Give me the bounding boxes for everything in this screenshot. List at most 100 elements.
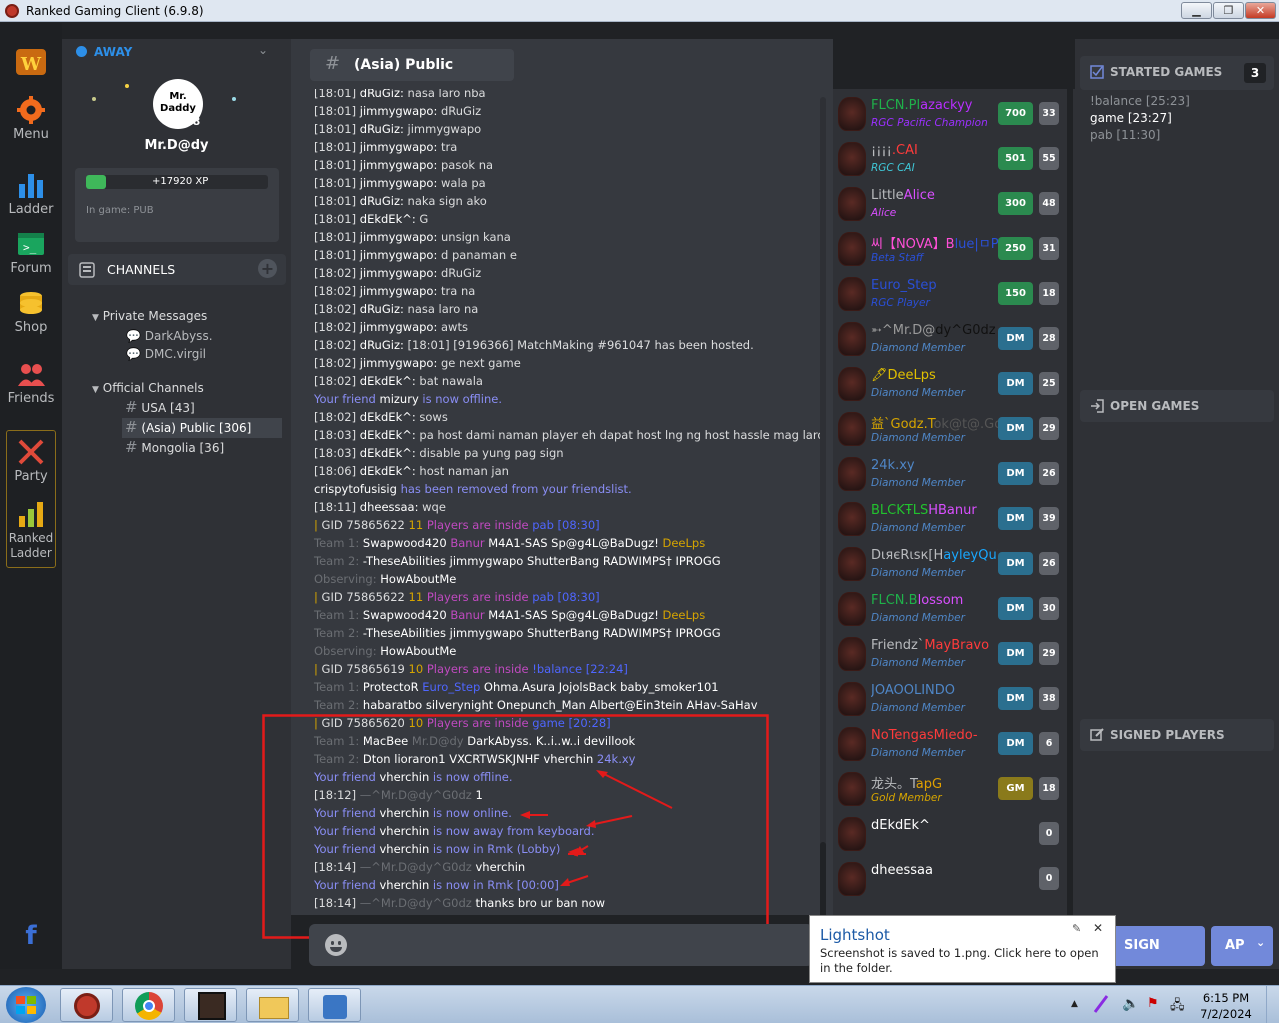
- observer-name: HowAboutMe: [380, 572, 457, 586]
- status-label[interactable]: AWAY: [94, 45, 132, 59]
- ap-button[interactable]: AP ⌄: [1211, 926, 1273, 966]
- rail-ladder[interactable]: Ladder: [0, 170, 62, 217]
- facebook-icon[interactable]: f: [0, 921, 62, 951]
- open-games-header[interactable]: OPEN GAMES: [1080, 390, 1274, 422]
- crossed-swords-icon: [18, 439, 44, 465]
- warcraft-logo-icon[interactable]: W: [0, 45, 62, 83]
- lightshot-tray-icon[interactable]: [1093, 994, 1109, 1014]
- player-list[interactable]: FLCN.Plazackyy RGC Pacific Champion 700 33 ¡…: [833, 89, 1075, 915]
- lightshot-notification[interactable]: Lightshot Screenshot is saved to 1.png. …: [809, 915, 1116, 983]
- pm-item[interactable]: 💬 DarkAbyss.: [126, 327, 213, 345]
- team-player: IPROGG: [675, 554, 721, 568]
- chat-message: wqe: [422, 500, 446, 514]
- chat-line: [18:02] jimmygwapo: dRuGiz: [314, 264, 481, 282]
- player-row[interactable]: Friendz`MayBravo Diamond Member DM 29: [833, 633, 1075, 678]
- rail-shop[interactable]: Shop: [0, 288, 62, 335]
- status-chevron-icon[interactable]: ⌄: [258, 43, 268, 57]
- emoji-icon[interactable]: [325, 934, 347, 956]
- tray-expand-icon[interactable]: ▲: [1071, 999, 1078, 1009]
- player-badge: 250: [998, 237, 1033, 260]
- player-row[interactable]: LittleAlice Alice 300 48: [833, 183, 1075, 228]
- chat-message: nasa laro nba: [407, 89, 486, 100]
- chat-line: [18:03] dEkdEk^: pa host dami naman play…: [314, 426, 824, 444]
- started-game-item[interactable]: game [23:27]: [1090, 110, 1190, 127]
- chat-line: [18:02] jimmygwapo: tra na: [314, 282, 475, 300]
- player-row[interactable]: dheessaa 0: [833, 858, 1075, 903]
- started-game-item[interactable]: pab [11:30]: [1090, 127, 1190, 144]
- chat-username: dheessaa:: [359, 500, 423, 514]
- player-avatar: [838, 862, 866, 896]
- player-row[interactable]: 益`Godz.Tok@t@.Go Diamond Member DM 29: [833, 408, 1075, 453]
- private-messages-group[interactable]: ▼ Private Messages: [92, 309, 207, 323]
- maximize-button[interactable]: ❐: [1213, 2, 1244, 19]
- add-channel-button[interactable]: +: [258, 259, 277, 278]
- rail-forum[interactable]: >_ Forum: [0, 229, 62, 276]
- rail-friends[interactable]: Friends: [0, 359, 62, 406]
- rail-party[interactable]: Party: [0, 437, 62, 484]
- player-row[interactable]: FLCN.Plazackyy RGC Pacific Champion 700 33: [833, 93, 1075, 138]
- player-row[interactable]: ➵^Mr.D@dy^G0dz Diamond Member DM 28: [833, 318, 1075, 363]
- user-level: 28: [185, 115, 201, 128]
- channel-item-mongolia[interactable]: # Mongolia [36]: [125, 438, 282, 458]
- clock[interactable]: 6:15 PM 7/2/2024: [1196, 990, 1256, 1022]
- official-channels-group[interactable]: ▼ Official Channels: [92, 381, 204, 395]
- player-avatar: [838, 817, 866, 851]
- channel-item-asia[interactable]: # (Asia) Public [306]: [122, 418, 282, 438]
- rail-menu[interactable]: Menu: [0, 95, 62, 142]
- pin-icon[interactable]: ✎: [1072, 922, 1081, 935]
- player-avatar: [838, 232, 866, 266]
- taskbar-tool[interactable]: [308, 988, 361, 1022]
- player-row[interactable]: dEkdEk^ 0: [833, 813, 1075, 858]
- player-name-part: Euro_Step: [871, 278, 937, 293]
- player-badge: 300: [998, 192, 1033, 215]
- player-row[interactable]: 龙头。TapG Gold Member GM 18: [833, 768, 1075, 813]
- taskbar-warcraft[interactable]: [184, 988, 237, 1022]
- player-rank: Diamond Member: [871, 612, 965, 624]
- player-row[interactable]: Euro_Step RGC Player 150 18: [833, 273, 1075, 318]
- signed-players-header[interactable]: SIGNED PLAYERS: [1080, 719, 1274, 751]
- player-row[interactable]: BLCKŦLSHBanur Diamond Member DM 39: [833, 498, 1075, 543]
- start-button[interactable]: [6, 987, 46, 1023]
- taskbar-rgc[interactable]: [60, 988, 113, 1022]
- player-rank: Diamond Member: [871, 477, 965, 489]
- player-list-scrollbar[interactable]: [1067, 89, 1073, 915]
- chat-line: [18:06] dEkdEk^: host naman jan: [314, 462, 509, 480]
- taskbar-chrome[interactable]: [122, 988, 175, 1022]
- player-row[interactable]: 🖋DeeLps Diamond Member DM 25: [833, 363, 1075, 408]
- action-center-icon[interactable]: ⚑: [1147, 996, 1159, 1011]
- started-game-item[interactable]: !balance [25:23]: [1090, 93, 1190, 110]
- player-badge: DM: [998, 597, 1033, 620]
- hash-icon: #: [325, 53, 341, 74]
- player-row[interactable]: DιяєRιѕк[HayleyQuir Diamond Member DM 26: [833, 543, 1075, 588]
- player-count: 26: [1039, 552, 1059, 575]
- chat-scrollbar[interactable]: [820, 97, 826, 915]
- player-row[interactable]: ¡¡¡¡.CAI RGC CAI 501 55: [833, 138, 1075, 183]
- channel-item-usa[interactable]: # USA [43]: [125, 398, 282, 418]
- minimize-button[interactable]: ▁: [1181, 2, 1212, 19]
- chat-line: [18:01] jimmygwapo: wala pa: [314, 174, 486, 192]
- chat-line: [18:11] dheessaa: wqe: [314, 498, 446, 516]
- player-row[interactable]: JOAOOLINDO Diamond Member DM 38: [833, 678, 1075, 723]
- sign-button[interactable]: SIGN: [1108, 926, 1205, 966]
- player-badge: 150: [998, 282, 1033, 305]
- player-row[interactable]: FLCN.Blossom Diamond Member DM 30: [833, 588, 1075, 633]
- rail-ranked-ladder[interactable]: Ranked Ladder: [0, 499, 62, 561]
- close-button[interactable]: ✕: [1245, 2, 1276, 19]
- volume-icon[interactable]: 🔈: [1122, 996, 1139, 1012]
- player-name-part: 씨【NOVA】B: [871, 237, 955, 252]
- show-desktop-button[interactable]: [1266, 986, 1279, 1023]
- player-row[interactable]: 씨【NOVA】Blue|ㅁPORBeta Staff25031: [833, 228, 1075, 273]
- player-row[interactable]: 24k.xy Diamond Member DM 26: [833, 453, 1075, 498]
- chat-input[interactable]: [309, 924, 813, 966]
- pm-item[interactable]: 💬 DMC.virgil: [126, 345, 213, 363]
- player-row[interactable]: NoTengasMiedo- Diamond Member DM 6: [833, 723, 1075, 768]
- taskbar-explorer[interactable]: [246, 988, 299, 1022]
- started-games-header[interactable]: STARTED GAMES 3: [1080, 56, 1274, 90]
- network-icon[interactable]: 🖧: [1170, 996, 1185, 1018]
- chat-username: jimmygwapo:: [359, 284, 441, 298]
- player-name-part: ¡¡¡¡: [871, 143, 892, 158]
- chat-scrollbar-thumb[interactable]: [820, 842, 826, 915]
- player-rank: Gold Member: [871, 792, 942, 804]
- game-name: !balance [22:24]: [532, 662, 628, 676]
- close-icon[interactable]: ✕: [1093, 921, 1103, 935]
